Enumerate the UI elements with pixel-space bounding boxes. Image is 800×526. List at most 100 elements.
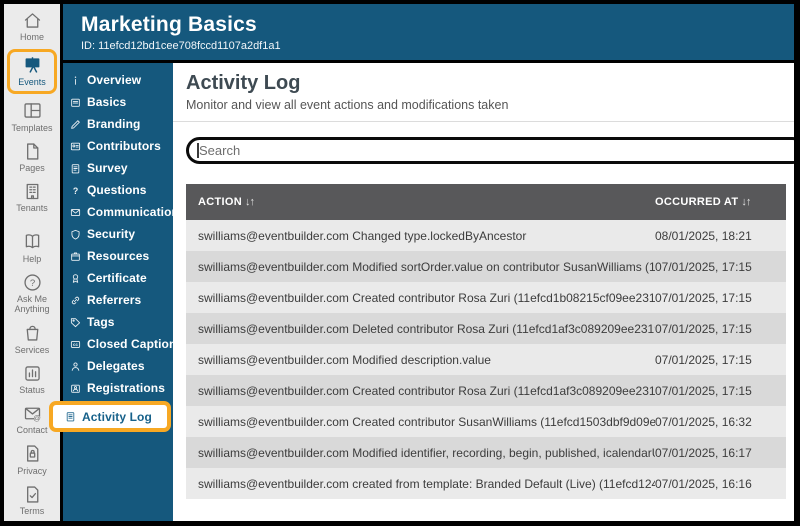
sidebar-item-label: Ask Me Anything	[14, 294, 50, 315]
action-cell: swilliams@eventbuilder.com created from …	[198, 476, 655, 491]
action-cell: swilliams@eventbuilder.com Deleted contr…	[198, 321, 655, 336]
sidebar-item-label: Help	[22, 253, 42, 264]
column-header-action[interactable]: ACTION ↓↑	[186, 196, 655, 208]
person-icon	[70, 361, 83, 372]
section-title: Activity Log	[186, 72, 301, 94]
table-row[interactable]: swilliams@eventbuilder.com Created contr…	[186, 282, 786, 313]
sidebar-item-label: Home	[19, 32, 44, 42]
home-icon	[22, 9, 43, 31]
sidebar-item-status[interactable]: Status	[7, 362, 57, 395]
page-title: Marketing Basics	[81, 13, 257, 36]
subnav-item-questions[interactable]: ? Questions	[63, 179, 173, 201]
info-icon	[70, 75, 83, 86]
occurred-at-cell: 07/01/2025, 17:15	[655, 352, 752, 367]
action-cell: swilliams@eventbuilder.com Modified iden…	[198, 445, 655, 460]
form-icon	[70, 97, 83, 108]
subnav-item-resources[interactable]: Resources	[63, 245, 173, 267]
cc-icon: cc	[70, 339, 83, 350]
occurred-at-cell: 07/01/2025, 17:15	[655, 383, 752, 398]
tenants-icon	[22, 180, 43, 202]
table-row[interactable]: swilliams@eventbuilder.com created from …	[186, 468, 786, 499]
sidebar-item-help[interactable]: Help	[7, 231, 57, 264]
search-input[interactable]	[189, 140, 794, 161]
pages-icon	[22, 140, 43, 162]
action-cell: swilliams@eventbuilder.com Created contr…	[198, 290, 655, 305]
table-row[interactable]: swilliams@eventbuilder.com Created contr…	[186, 406, 786, 437]
question-circle-icon: ?	[22, 271, 43, 293]
subnav-item-activity-log[interactable]: Activity Log	[49, 401, 171, 432]
table-row[interactable]: swilliams@eventbuilder.com Changed type.…	[186, 220, 786, 251]
sidebar-item-label: Terms	[19, 506, 45, 517]
occurred-at-cell: 07/01/2025, 16:32	[655, 414, 752, 429]
sidebar-item-pages[interactable]: Pages	[7, 140, 57, 173]
subnav-item-delegates[interactable]: Delegates	[63, 355, 173, 377]
table-body: swilliams@eventbuilder.com Changed type.…	[186, 220, 786, 499]
clipboard-icon	[70, 163, 83, 174]
sidebar-item-label: Services	[14, 344, 50, 355]
subnav-item-registrations[interactable]: Registrations	[63, 377, 173, 399]
action-cell: swilliams@eventbuilder.com Created contr…	[198, 414, 655, 429]
subnav-item-referrers[interactable]: Referrers	[63, 289, 173, 311]
icon-sidebar: Home Events Templates Pages Tenants Help…	[4, 4, 63, 521]
medal-icon	[70, 273, 83, 284]
tag-icon	[70, 317, 83, 328]
sidebar-item-label: Templates	[11, 122, 53, 133]
column-header-occurred-at[interactable]: OCCURRED AT ↓↑	[655, 196, 786, 208]
table-row[interactable]: swilliams@eventbuilder.com Deleted contr…	[186, 313, 786, 344]
right-column: Marketing Basics ID: 11efcd12bd1cee708fc…	[49, 4, 794, 521]
occurred-at-cell: 07/01/2025, 17:15	[655, 290, 752, 305]
badge-icon	[70, 141, 83, 152]
search-box	[186, 137, 794, 164]
sidebar-item-services[interactable]: Services	[7, 322, 57, 355]
subnav-item-communications[interactable]: Communications	[63, 201, 186, 223]
action-cell: swilliams@eventbuilder.com Modified sort…	[198, 259, 655, 274]
subnav-item-basics[interactable]: Basics	[63, 91, 173, 113]
sidebar-item-ask-me-anything[interactable]: ? Ask Me Anything	[7, 271, 57, 315]
help-book-icon	[22, 231, 43, 253]
subnav-item-closed-captioning[interactable]: cc Closed Captioning	[63, 333, 195, 355]
occurred-at-cell: 07/01/2025, 17:15	[655, 321, 752, 336]
svg-text:@: @	[33, 414, 41, 423]
link-icon	[70, 295, 83, 306]
box-icon	[70, 251, 83, 262]
subnav-item-contributors[interactable]: Contributors	[63, 135, 173, 157]
table-header-row: ACTION ↓↑ OCCURRED AT ↓↑	[186, 184, 786, 220]
sort-icon[interactable]: ↓↑	[245, 196, 255, 208]
sidebar-item-label: Pages	[19, 163, 45, 174]
sidebar-item-events[interactable]: Events	[7, 49, 57, 94]
subnav-item-survey[interactable]: Survey	[63, 157, 173, 179]
app-window: Home Events Templates Pages Tenants Help…	[0, 0, 800, 526]
sidebar-item-label: Events	[18, 77, 46, 88]
sidebar-item-terms[interactable]: Terms	[7, 483, 57, 516]
svg-text:cc: cc	[73, 342, 78, 347]
question-mark-icon: ?	[70, 185, 83, 196]
subnav-item-certificate[interactable]: Certificate	[63, 267, 173, 289]
table-row[interactable]: swilliams@eventbuilder.com Modified sort…	[186, 251, 786, 282]
sort-icon[interactable]: ↓↑	[741, 196, 751, 208]
contact-envelope-icon: @	[22, 402, 43, 424]
event-subnav: Overview Basics Branding Contributors Su	[49, 63, 195, 521]
services-bag-icon	[22, 322, 43, 344]
action-cell: swilliams@eventbuilder.com Created contr…	[198, 383, 655, 398]
body-row: Overview Basics Branding Contributors Su	[49, 63, 794, 521]
activity-log-icon	[65, 411, 78, 422]
text-cursor	[197, 143, 199, 158]
event-header: Marketing Basics ID: 11efcd12bd1cee708fc…	[63, 4, 794, 63]
subnav-item-branding[interactable]: Branding	[63, 113, 173, 135]
sidebar-item-tenants[interactable]: Tenants	[7, 180, 57, 213]
sidebar-item-templates[interactable]: Templates	[7, 100, 57, 133]
table-row[interactable]: swilliams@eventbuilder.com Created contr…	[186, 375, 786, 406]
event-id: ID: 11efcd12bd1cee708fccd1107a2df1a1	[81, 40, 281, 52]
sidebar-item-privacy[interactable]: Privacy	[7, 443, 57, 476]
subnav-item-security[interactable]: Security	[63, 223, 173, 245]
subnav-item-tags[interactable]: Tags	[63, 311, 173, 333]
templates-icon	[22, 100, 43, 122]
subnav-item-overview[interactable]: Overview	[63, 69, 173, 91]
table-row[interactable]: swilliams@eventbuilder.com Modified desc…	[186, 344, 786, 375]
table-row[interactable]: swilliams@eventbuilder.com Modified iden…	[186, 437, 786, 468]
registration-card-icon	[70, 383, 83, 394]
sidebar-item-home[interactable]: Home	[7, 9, 57, 42]
envelope-icon	[70, 207, 83, 218]
sidebar-item-label: Status	[19, 385, 45, 396]
svg-text:?: ?	[73, 185, 78, 195]
